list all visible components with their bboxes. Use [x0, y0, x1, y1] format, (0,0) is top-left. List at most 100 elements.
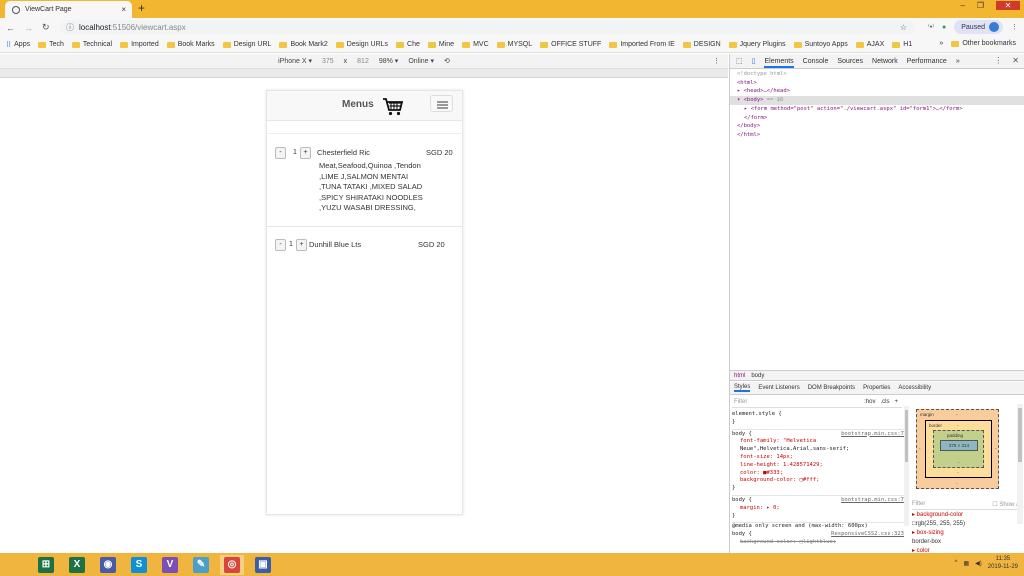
cls-toggle[interactable]: .cls — [880, 399, 889, 405]
tab-accessibility[interactable]: Accessibility — [898, 385, 931, 391]
computed-scrollbar[interactable] — [1017, 404, 1023, 524]
box-border-top[interactable]: - — [957, 423, 959, 428]
hov-toggle[interactable]: :hov — [864, 399, 875, 405]
sql-taskbar-icon[interactable]: ▣ — [251, 555, 275, 575]
dom-body-open[interactable]: ▾ <body> == $0 — [730, 96, 1024, 105]
excel-taskbar-icon[interactable]: X — [65, 555, 89, 575]
device-select[interactable]: iPhone X ▾ — [278, 57, 312, 65]
bookmark-folder[interactable]: Book Marks — [166, 41, 215, 48]
tab-elements[interactable]: Elements — [764, 58, 794, 68]
bookmark-folder[interactable]: MVC — [462, 41, 489, 48]
devtools-kebab-icon[interactable]: ⋮ — [994, 56, 1002, 65]
decrease-qty-button[interactable]: - — [275, 239, 286, 251]
bookmark-folder[interactable]: Imported — [120, 41, 159, 48]
style-source-link[interactable]: bootstrap.min.css:7 — [841, 431, 904, 439]
forward-arrow-icon[interactable]: → — [24, 23, 33, 33]
styles-scrollbar[interactable] — [904, 406, 909, 526]
increase-qty-button[interactable]: + — [296, 239, 307, 251]
dom-html-open[interactable]: <html> — [730, 79, 1024, 88]
bookmark-folder[interactable]: Suntoyo Apps — [793, 41, 848, 48]
style-rule[interactable]: bootstrap.min.css:7 body { margin: ▸ 0; } — [732, 496, 904, 524]
shopping-cart-icon[interactable] — [382, 97, 404, 116]
decrease-qty-button[interactable]: - — [275, 147, 286, 159]
computed-prop[interactable]: ▸ background-color — [912, 510, 1022, 519]
device-width[interactable]: 375 — [322, 58, 334, 65]
shield-extension-icon[interactable]: ● — [942, 24, 946, 31]
bookmark-folder[interactable]: DESIGN — [682, 41, 721, 48]
styles-filter-input[interactable]: Filter :hov .cls + — [732, 397, 902, 408]
profile-button[interactable]: Paused — [954, 20, 1003, 34]
reload-icon[interactable]: ↻ — [42, 22, 50, 33]
tab-properties[interactable]: Properties — [863, 385, 890, 391]
dom-head[interactable]: ▸ <head>…</head> — [730, 87, 1024, 96]
bookmark-folder[interactable]: Tech — [38, 41, 64, 48]
style-rule[interactable]: element.style { } — [732, 410, 904, 430]
style-source-link[interactable]: ResponsiveCSS2.css:323 — [831, 531, 904, 539]
bookmark-folder[interactable]: Che — [396, 41, 420, 48]
bookmark-folder[interactable]: OFFICE STUFF — [540, 41, 601, 48]
back-arrow-icon[interactable]: ← — [6, 23, 15, 33]
breadcrumb-body[interactable]: body — [751, 373, 764, 379]
dom-form-close[interactable]: </form> — [730, 114, 1024, 123]
devtools-close-icon[interactable]: ✕ — [1012, 56, 1019, 65]
add-rule-button[interactable]: + — [894, 399, 898, 405]
tab-performance[interactable]: Performance — [907, 58, 947, 65]
bookmark-folder[interactable]: AJAX — [855, 41, 884, 48]
network-icon[interactable]: ▦ — [963, 560, 969, 567]
computed-prop[interactable]: ▸ box-sizing — [912, 528, 1022, 537]
bookmark-folder[interactable]: Book Mark2 — [279, 41, 328, 48]
browser-tab[interactable]: ViewCart Page × — [5, 1, 132, 18]
bookmark-star-icon[interactable]: ☆ — [900, 23, 907, 32]
tab-console[interactable]: Console — [803, 58, 829, 65]
computed-filter-input[interactable]: Filter ☐ Show all — [912, 499, 1022, 510]
tray-chevron-icon[interactable]: ^ — [955, 560, 958, 566]
app-eyes-taskbar-icon[interactable]: ◉ — [96, 555, 120, 575]
dom-doctype[interactable]: <!doctype html> — [730, 70, 1024, 79]
box-margin-bottom[interactable]: - — [956, 481, 958, 486]
rotate-icon[interactable]: ⟲ — [444, 57, 450, 65]
bookmark-folder[interactable]: Design URL — [222, 41, 271, 48]
chrome-taskbar-icon[interactable]: ◎ — [220, 554, 244, 575]
dom-form[interactable]: ▸ <form method="post" action="./viewcart… — [730, 105, 1024, 114]
minimize-button[interactable]: – — [960, 1, 964, 10]
tab-event-listeners[interactable]: Event Listeners — [758, 385, 799, 391]
zoom-select[interactable]: 98% ▾ — [379, 57, 398, 65]
box-margin-left[interactable]: - — [919, 446, 921, 451]
clock[interactable]: 11:35 2019-11-29 — [988, 555, 1018, 571]
tab-styles[interactable]: Styles — [734, 384, 751, 392]
bookmark-folder[interactable]: Technical — [71, 41, 112, 48]
device-height[interactable]: 812 — [357, 58, 369, 65]
tab-dom-breakpoints[interactable]: DOM Breakpoints — [808, 385, 855, 391]
other-bookmarks[interactable]: Other bookmarks — [951, 40, 1016, 47]
device-toggle-icon[interactable]: ▯ — [752, 57, 756, 65]
bookmark-folder[interactable]: MYSQL — [496, 41, 532, 48]
bookmark-folder[interactable]: H1 — [892, 41, 912, 48]
inspect-icon[interactable]: ⬚ — [736, 57, 743, 65]
nav-title[interactable]: Menus — [342, 99, 374, 110]
close-window-button[interactable]: ✕ — [996, 1, 1020, 10]
visual-studio-taskbar-icon[interactable]: V — [158, 555, 182, 575]
media-query-ruler[interactable] — [0, 69, 728, 78]
style-rule[interactable]: bootstrap.min.css:7 body { font-family: "… — [732, 430, 904, 496]
tab-network[interactable]: Network — [872, 58, 898, 65]
start-button[interactable] — [7, 555, 27, 575]
address-bar[interactable]: ⓘ localhost:51506/viewcart.aspx ☆ — [60, 20, 915, 35]
volume-icon[interactable]: ◀) — [975, 560, 982, 567]
bookmarks-overflow-button[interactable]: » — [939, 40, 943, 47]
box-margin-right[interactable]: - — [995, 446, 997, 451]
extension-icon[interactable]: ⁽•⁾ — [928, 23, 934, 31]
bookmark-folder[interactable]: Jquery Plugins — [728, 41, 786, 48]
device-toolbar-menu-icon[interactable]: ⋮ — [713, 57, 720, 65]
bookmark-folder[interactable]: Design URLs — [335, 41, 388, 48]
tab-close-icon[interactable]: × — [121, 5, 126, 14]
dom-body-close[interactable]: </body> — [730, 122, 1024, 131]
skype-taskbar-icon[interactable]: S — [127, 555, 151, 575]
style-source-link[interactable]: bootstrap.min.css:7 — [841, 497, 904, 505]
box-border-bottom[interactable]: - — [957, 470, 959, 475]
tab-sources[interactable]: Sources — [837, 58, 863, 65]
more-tabs-button[interactable]: » — [956, 58, 960, 65]
hamburger-menu-button[interactable] — [430, 95, 453, 112]
box-content-size[interactable]: 375 × 314 — [940, 440, 978, 451]
breadcrumb-html[interactable]: html — [734, 373, 745, 379]
menu-kebab-icon[interactable]: ⋮ — [1011, 23, 1018, 31]
